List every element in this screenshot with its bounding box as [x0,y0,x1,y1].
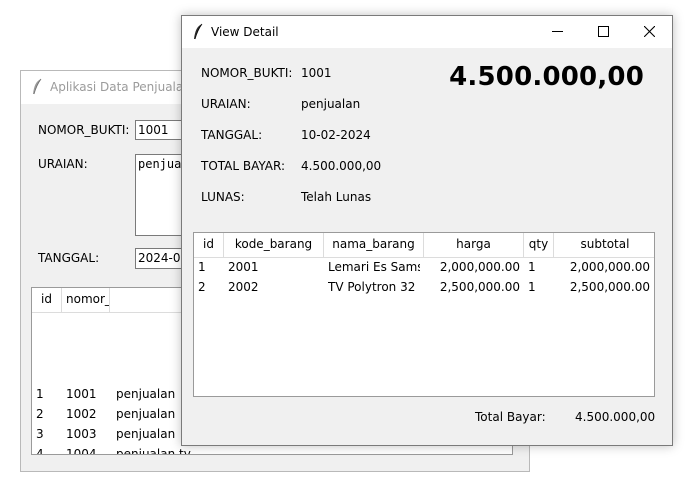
window-title: Aplikasi Data Penjualan [50,80,191,94]
minimize-button[interactable] [534,16,580,46]
table-cell-nomor: 1001 [66,387,97,401]
detail-label-lunas: LUNAS: [201,190,245,204]
close-icon [643,25,655,37]
maximize-button[interactable] [580,16,626,46]
detail-items-table[interactable]: id kode_barang nama_barang harga qty sub… [193,232,655,397]
uraian-label: URAIAN: [38,157,88,171]
detail-label-tanggal: TANGGAL: [201,128,263,142]
column-header-kode-barang[interactable]: kode_barang [224,233,324,257]
footer-total-value: 4.500.000,00 [575,410,656,424]
detail-value-uraian: penjualan [301,97,361,111]
column-header-id[interactable]: id [32,288,62,312]
minimize-icon [551,30,563,32]
table-cell-harga: 2,000,000.00 [439,260,520,274]
column-header-harga[interactable]: harga [424,233,524,257]
table-cell-qty: 1 [528,280,536,294]
table-cell-id: 3 [36,427,44,441]
table-cell-subtotal: 2,000,000.00 [569,260,650,274]
table-cell-harga: 2,500,000.00 [439,280,520,294]
view-detail-titlebar[interactable]: View Detail [182,16,672,48]
detail-label-nomor: NOMOR_BUKTI: [201,66,293,80]
table-cell-nama-barang: TV Polytron 32 inch [328,280,420,294]
table-cell-nomor: 1004 [66,447,97,455]
table-header: id kode_barang nama_barang harga qty sub… [194,233,654,258]
close-button[interactable] [626,16,672,46]
table-cell-kode-barang: 2002 [228,280,259,294]
window-title: View Detail [211,25,279,39]
detail-label-uraian: URAIAN: [201,97,251,111]
view-detail-window: View Detail 4.500.000,00 NOMOR_BUKTI: 10… [181,15,673,446]
table-cell-id: 1 [36,387,44,401]
detail-value-lunas: Telah Lunas [301,190,372,204]
tanggal-label: TANGGAL: [38,251,100,265]
detail-value-nomor: 1001 [301,66,332,80]
column-header-nama-barang[interactable]: nama_barang [324,233,424,257]
table-cell-subtotal: 2,500,000.00 [569,280,650,294]
table-row[interactable]: 2 2002 TV Polytron 32 inch 2,500,000.00 1 2,5… [194,277,654,297]
detail-value-tanggal: 10-02-2024 [301,128,371,142]
table-cell-nama-barang: Lemari Es Samsung [328,260,420,274]
column-header-subtotal[interactable]: subtotal [554,233,654,257]
table-cell-id: 4 [36,447,44,455]
table-cell-nomor: 1003 [66,427,97,441]
table-cell-id: 1 [198,260,206,274]
maximize-icon [597,25,609,37]
table-cell-nomor: 1002 [66,407,97,421]
footer-total-label: Total Bayar: [475,410,546,424]
table-row[interactable]: 1 2001 Lemari Es Samsung 2,000,000.00 1 2,000… [194,257,654,277]
column-header-nomor[interactable]: nomor_ [62,288,110,312]
total-display: 4.500.000,00 [449,62,644,92]
nomor-bukti-label: NOMOR_BUKTI: [38,123,130,137]
table-cell-id: 2 [198,280,206,294]
detail-label-total: TOTAL BAYAR: [201,159,286,173]
column-header-qty[interactable]: qty [524,233,554,257]
feather-icon [194,23,203,40]
detail-value-total: 4.500.000,00 [301,159,382,173]
feather-icon [33,78,42,95]
column-header-id[interactable]: id [194,233,224,257]
table-cell-qty: 1 [528,260,536,274]
table-cell-id: 2 [36,407,44,421]
table-cell-kode-barang: 2001 [228,260,259,274]
